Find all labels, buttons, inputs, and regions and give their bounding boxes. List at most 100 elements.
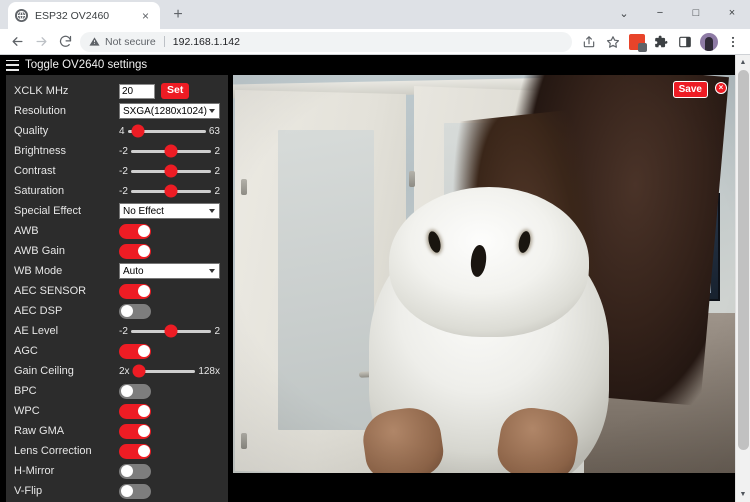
contrast-min: -2 — [119, 166, 128, 177]
resolution-select[interactable]: SXGA(1280x1024) — [119, 103, 220, 119]
ae-level-thumb[interactable] — [165, 325, 178, 338]
browser-window: ESP32 OV2460 × + ⌄ − □ × Not secure 192.… — [0, 0, 750, 502]
saturation-thumb[interactable] — [165, 185, 178, 198]
address-bar[interactable]: Not secure 192.168.1.142 — [80, 32, 572, 52]
tab-title: ESP32 OV2460 — [35, 10, 138, 22]
side-panel-icon[interactable] — [673, 30, 697, 54]
quality-max: 63 — [209, 126, 220, 137]
close-stream-icon[interactable]: × — [715, 82, 727, 94]
saturation-max: 2 — [214, 186, 220, 197]
setting-label-h-mirror: H-Mirror — [14, 465, 119, 477]
extension-icon[interactable] — [625, 30, 649, 54]
gain-ceiling-min: 2x — [119, 366, 130, 377]
gain-ceiling-thumb[interactable] — [132, 365, 145, 378]
url-text[interactable]: 192.168.1.142 — [173, 36, 240, 48]
three-dot-menu-icon[interactable] — [721, 30, 745, 54]
quality-thumb[interactable] — [131, 125, 144, 138]
close-window-icon[interactable]: × — [714, 0, 750, 26]
setting-row-h-mirror: H-Mirror — [14, 461, 220, 481]
brightness-max: 2 — [214, 146, 220, 157]
setting-label-xclk: XCLK MHz — [14, 85, 119, 97]
avatar[interactable] — [697, 30, 721, 54]
tab-strip: ESP32 OV2460 × + ⌄ − □ × — [0, 0, 750, 29]
special-effect-value: No Effect — [123, 206, 164, 217]
new-tab-button[interactable]: + — [166, 3, 190, 27]
scroll-down-icon[interactable]: ▼ — [736, 487, 750, 502]
raw-gma-toggle[interactable] — [119, 424, 151, 439]
ae-level-slider[interactable] — [131, 330, 212, 333]
setting-label-awb: AWB — [14, 225, 119, 237]
awb-toggle[interactable] — [119, 224, 151, 239]
setting-row-awb-gain: AWB Gain — [14, 241, 220, 261]
chevron-down-icon — [209, 109, 215, 113]
aec-dsp-toggle[interactable] — [119, 304, 151, 319]
xclk-input[interactable] — [119, 84, 155, 99]
brightness-slider[interactable] — [131, 150, 212, 153]
setting-label-special-effect: Special Effect — [14, 205, 119, 217]
lens-correction-toggle[interactable] — [119, 444, 151, 459]
puzzle-icon[interactable] — [649, 30, 673, 54]
awb-gain-toggle[interactable] — [119, 244, 151, 259]
share-icon[interactable] — [577, 30, 601, 54]
scrollbar-track[interactable] — [736, 70, 750, 487]
gain-ceiling-slider[interactable] — [133, 370, 196, 373]
forward-icon — [29, 30, 53, 54]
aec-sensor-toggle[interactable] — [119, 284, 151, 299]
browser-toolbar: Not secure 192.168.1.142 — [0, 29, 750, 55]
wb-mode-value: Auto — [123, 266, 144, 277]
scroll-up-icon[interactable]: ▲ — [736, 55, 750, 70]
resolution-value: SXGA(1280x1024) — [123, 106, 207, 117]
stream-scene — [233, 75, 735, 473]
saturation-slider[interactable] — [131, 190, 212, 193]
web-page: Toggle OV2640 settings XCLK MHz Set — [0, 55, 735, 502]
setting-label-aec-sensor: AEC SENSOR — [14, 285, 119, 297]
h-mirror-toggle[interactable] — [119, 464, 151, 479]
brightness-thumb[interactable] — [165, 145, 178, 158]
scrollbar-thumb[interactable] — [738, 70, 749, 450]
setting-row-xclk: XCLK MHz Set — [14, 81, 220, 101]
set-button[interactable]: Set — [161, 83, 189, 98]
camera-stream-image — [233, 75, 735, 473]
contrast-slider[interactable] — [131, 170, 212, 173]
setting-row-agc: AGC — [14, 341, 220, 361]
saturation-min: -2 — [119, 186, 128, 197]
star-icon[interactable] — [601, 30, 625, 54]
omnibox-divider — [164, 36, 165, 47]
setting-row-lens-correction: Lens Correction — [14, 441, 220, 461]
wpc-toggle[interactable] — [119, 404, 151, 419]
setting-label-wpc: WPC — [14, 405, 119, 417]
minimize-all-icon[interactable]: ⌄ — [606, 0, 642, 26]
contrast-thumb[interactable] — [165, 165, 178, 178]
bpc-toggle[interactable] — [119, 384, 151, 399]
setting-row-raw-gma: Raw GMA — [14, 421, 220, 441]
v-flip-toggle[interactable] — [119, 484, 151, 499]
extension-badge — [629, 34, 645, 50]
ae-level-min: -2 — [119, 326, 128, 337]
maximize-icon[interactable]: □ — [678, 0, 714, 26]
save-button[interactable]: Save — [673, 81, 708, 98]
wb-mode-select[interactable]: Auto — [119, 263, 220, 279]
setting-row-saturation: Saturation -2 2 — [14, 181, 220, 201]
minimize-icon[interactable]: − — [642, 0, 678, 26]
quality-min: 4 — [119, 126, 125, 137]
brightness-min: -2 — [119, 146, 128, 157]
window-controls: ⌄ − □ × — [606, 0, 750, 26]
page-scrollbar[interactable]: ▲ ▼ — [735, 55, 750, 502]
setting-row-ae-level: AE Level -2 2 — [14, 321, 220, 341]
tab-close-icon[interactable]: × — [138, 8, 153, 23]
setting-label-brightness: Brightness — [14, 145, 119, 157]
setting-row-gain-ceiling: Gain Ceiling 2x 128x — [14, 361, 220, 381]
setting-label-v-flip: V-Flip — [14, 485, 119, 497]
not-secure-warning-icon — [89, 36, 100, 47]
setting-label-agc: AGC — [14, 345, 119, 357]
agc-toggle[interactable] — [119, 344, 151, 359]
special-effect-select[interactable]: No Effect — [119, 203, 220, 219]
browser-tab[interactable]: ESP32 OV2460 × — [8, 2, 160, 29]
setting-row-wb-mode: WB Mode Auto — [14, 261, 220, 281]
reload-icon[interactable] — [53, 30, 77, 54]
setting-row-awb: AWB — [14, 221, 220, 241]
back-icon[interactable] — [5, 30, 29, 54]
hamburger-menu-icon[interactable] — [6, 60, 19, 71]
quality-slider[interactable] — [128, 130, 206, 133]
setting-label-saturation: Saturation — [14, 185, 119, 197]
